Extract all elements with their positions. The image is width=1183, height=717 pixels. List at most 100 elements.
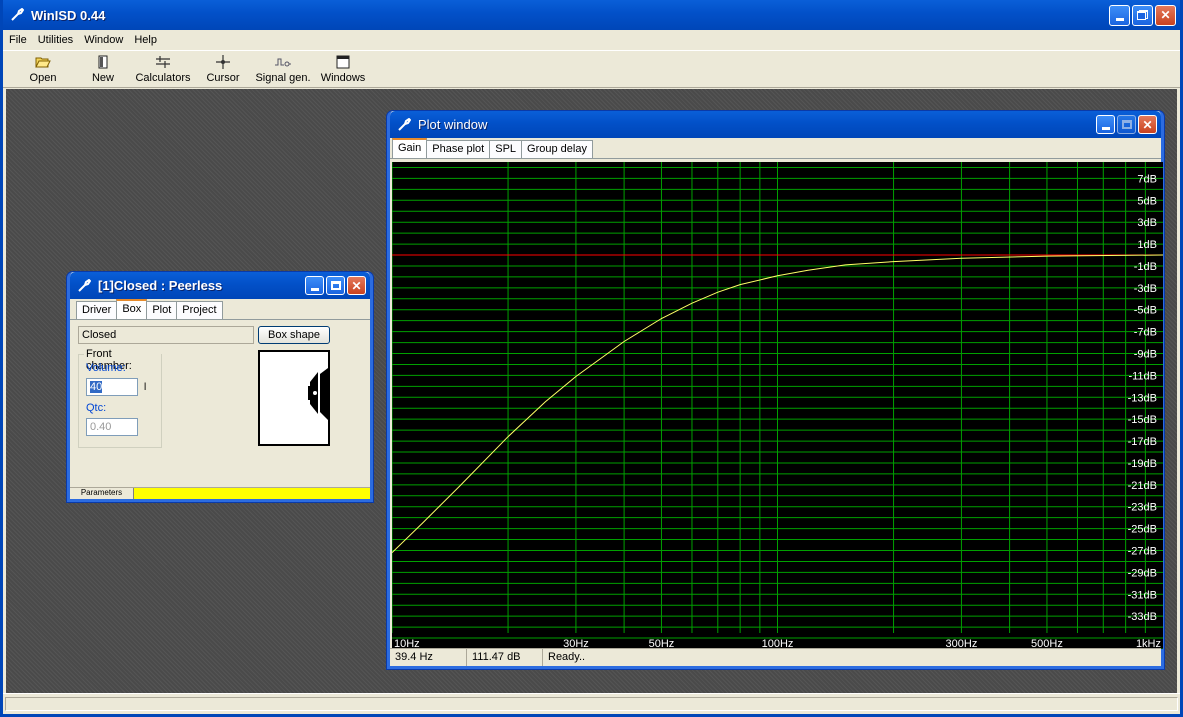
close-icon: ✕	[1160, 8, 1171, 22]
minimize-icon	[1115, 17, 1124, 21]
new-document-icon	[97, 54, 109, 70]
y-tick-label: -15dB	[1128, 414, 1157, 426]
y-tick-label: -27dB	[1128, 546, 1157, 558]
qtc-input[interactable]: 0.40	[86, 418, 138, 436]
main-title-bar[interactable]: WinISD 0.44 ✕	[3, 0, 1180, 30]
tab-phase-plot[interactable]: Phase plot	[426, 140, 491, 158]
cursor-label: Cursor	[206, 72, 240, 84]
plot-window-title-bar[interactable]: Plot window ✕	[390, 111, 1161, 138]
y-tick-label: -17dB	[1128, 436, 1157, 448]
y-tick-label: -31dB	[1128, 589, 1157, 601]
gain-plot[interactable]: 7dB 5dB 3dB 1dB -1dB -3dB -5dB -7dB -9dB -11dB -13…	[391, 162, 1164, 650]
plot-window-tabs: Gain Phase plot SPL Group delay	[390, 138, 1161, 159]
box-type-field[interactable]: Closed	[78, 326, 254, 344]
y-tick-label: -9dB	[1134, 349, 1157, 361]
menu-help[interactable]: Help	[128, 34, 162, 46]
close-icon: ✕	[1142, 117, 1153, 132]
speaker-icon	[308, 368, 328, 420]
open-label: Open	[29, 72, 57, 84]
box-maximize-button[interactable]	[326, 276, 345, 295]
menu-bar: File Utilities Window Help	[3, 30, 1180, 49]
box-tab-panel: Closed Box shape Front chamber: Volume: …	[70, 320, 370, 499]
restore-button[interactable]	[1132, 4, 1153, 26]
signal-generator-button[interactable]: Signal gen.	[253, 51, 313, 87]
new-button[interactable]: New	[73, 51, 133, 87]
maximize-icon	[330, 281, 341, 290]
plot-close-button[interactable]: ✕	[1138, 115, 1157, 134]
tab-spl[interactable]: SPL	[489, 140, 523, 158]
y-tick-label: -11dB	[1128, 370, 1157, 382]
plot-maximize-button[interactable]	[1117, 115, 1136, 134]
tab-project[interactable]: Project	[176, 301, 223, 319]
y-tick-label: -7dB	[1134, 327, 1157, 339]
box-window-title-bar[interactable]: [1]Closed : Peerless ✕	[70, 272, 370, 299]
y-tick-label: -25dB	[1128, 524, 1157, 536]
y-tick-label: 7dB	[1137, 173, 1157, 185]
minimize-button[interactable]	[1109, 4, 1130, 26]
tab-group-delay[interactable]: Group delay	[521, 140, 593, 158]
box-minimize-button[interactable]	[305, 276, 324, 295]
volume-unit: l	[144, 382, 147, 393]
plot-window: Plot window ✕ Gain Phase plot SPL Group …	[387, 111, 1164, 669]
tab-box[interactable]: Box	[116, 299, 148, 319]
calculator-icon	[155, 54, 171, 70]
volume-input[interactable]: 40	[86, 378, 138, 396]
parameters-tab[interactable]: Parameters	[70, 488, 134, 499]
app-title: WinISD 0.44	[31, 7, 106, 23]
cursor-level: 111.47 dB	[467, 649, 543, 666]
box-shape-preview	[258, 350, 330, 446]
windows-label: Windows	[320, 72, 366, 84]
y-tick-label: -13dB	[1128, 392, 1157, 404]
minimize-icon	[1101, 127, 1110, 130]
signal-generator-icon	[274, 54, 292, 70]
tab-driver[interactable]: Driver	[76, 301, 118, 319]
cursor-frequency: 39.4 Hz	[390, 649, 467, 666]
windows-button[interactable]: Windows	[313, 51, 373, 87]
box-close-button[interactable]: ✕	[347, 276, 366, 295]
y-tick-label: 3dB	[1137, 217, 1157, 229]
box-window: [1]Closed : Peerless ✕ Driver Box Plot P…	[67, 272, 373, 502]
plot-status-bar: 39.4 Hz 111.47 dB Ready..	[390, 648, 1161, 666]
y-tick-label: -1dB	[1134, 261, 1157, 273]
y-tick-label: 1dB	[1137, 239, 1157, 251]
y-tick-label: 5dB	[1137, 195, 1157, 207]
y-tick-label: -29dB	[1128, 567, 1157, 579]
box-window-icon	[76, 278, 92, 294]
maximize-icon	[1121, 120, 1132, 129]
close-button[interactable]: ✕	[1155, 4, 1176, 26]
menu-file[interactable]: File	[3, 34, 32, 46]
volume-value: 40	[90, 381, 103, 393]
status-bar	[3, 693, 1180, 714]
y-tick-label: -33dB	[1128, 611, 1157, 623]
y-tick-label: -5dB	[1134, 305, 1157, 317]
volume-label: Volume:	[86, 362, 126, 374]
box-window-tabs: Driver Box Plot Project	[70, 299, 370, 320]
plot-window-title: Plot window	[418, 117, 488, 132]
y-tick-label: -3dB	[1134, 283, 1157, 295]
menu-utilities[interactable]: Utilities	[32, 34, 78, 46]
toolbar: Open New Calculators Cursor Signal gen.	[3, 50, 1180, 88]
plot-status-message: Ready..	[548, 651, 586, 663]
plot-window-icon	[396, 117, 412, 133]
box-window-statusbar: Parameters	[70, 487, 370, 499]
plot-minimize-button[interactable]	[1096, 115, 1115, 134]
status-panel	[5, 697, 1178, 711]
y-tick-label: -23dB	[1128, 502, 1157, 514]
app-icon	[9, 7, 25, 23]
close-icon: ✕	[351, 278, 362, 293]
box-shape-button[interactable]: Box shape	[258, 326, 330, 344]
open-folder-icon	[35, 54, 51, 70]
restore-icon	[1137, 10, 1148, 20]
box-window-title: [1]Closed : Peerless	[98, 278, 223, 293]
cursor-button[interactable]: Cursor	[193, 51, 253, 87]
qtc-label: Qtc:	[86, 402, 107, 414]
cursor-icon	[216, 54, 230, 70]
tab-gain[interactable]: Gain	[392, 138, 428, 158]
tab-plot[interactable]: Plot	[146, 301, 178, 319]
new-label: New	[91, 72, 114, 84]
minimize-icon	[310, 288, 319, 291]
calculators-button[interactable]: Calculators	[133, 51, 193, 87]
menu-window[interactable]: Window	[78, 34, 128, 46]
windows-icon	[336, 54, 350, 70]
open-button[interactable]: Open	[13, 51, 73, 87]
